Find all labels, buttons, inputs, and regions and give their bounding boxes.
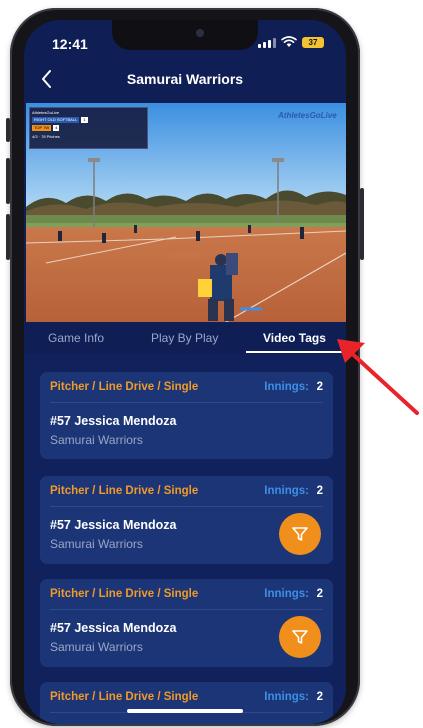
team-name: Samurai Warriors [50,433,143,447]
tag-title: Pitcher / Line Drive / Single [50,381,199,393]
innings-label: Innings: [264,691,309,703]
status-time: 12:41 [52,36,88,52]
battery-icon: 37 [302,36,324,48]
tag-title: Pitcher / Line Drive / Single [50,588,199,600]
innings-value: 2 [316,485,323,497]
video-tag-card[interactable]: Pitcher / Line Drive / Single Innings: 2… [40,372,333,459]
video-tag-card[interactable]: Pitcher / Line Drive / Single Innings: 2 [40,682,333,724]
innings-label: Innings: [264,381,309,393]
innings-value: 2 [316,691,323,703]
overlay-team2: TOP 7W [32,125,52,131]
card-divider [50,402,323,403]
video-tag-card[interactable]: Pitcher / Line Drive / Single Innings: 2… [40,476,333,564]
athletesgolive-logo: AthletesGoLive [278,111,337,120]
annotation-arrow [337,339,419,415]
card-divider [50,506,323,507]
innings-label: Innings: [264,588,309,600]
filter-button[interactable] [279,513,321,555]
volume-down-button [6,214,10,260]
card-divider [50,609,323,610]
tab-play-by-play[interactable]: Play By Play [151,331,218,345]
phone-screen: 12:41 37 Samurai Warriors AthletesGoLive… [24,20,346,724]
overlay-team1: RIGHT OLD SOFTBALL [32,117,80,123]
overlay-brand: AthletesGoLive [32,109,60,115]
notch [112,20,258,50]
tag-title: Pitcher / Line Drive / Single [50,485,199,497]
player-name: #57 Jessica Mendoza [50,518,177,532]
tab-game-info[interactable]: Game Info [48,331,104,345]
status-icons: 37 [258,36,324,48]
nav-bar: Samurai Warriors [24,62,346,96]
power-button [360,188,364,260]
filter-funnel-icon [292,630,308,644]
active-tab-indicator [246,351,342,353]
video-player[interactable]: AthletesGoLive RIGHT OLD SOFTBALL 1 TOP … [26,103,346,322]
camera-dot [196,29,204,37]
home-indicator[interactable] [127,709,243,713]
tab-bar: Game Info Play By Play Video Tags [24,323,346,353]
team-name: Samurai Warriors [50,640,143,654]
wifi-icon [281,36,297,47]
video-tag-card[interactable]: Pitcher / Line Drive / Single Innings: 2… [40,579,333,667]
filter-funnel-icon [292,527,308,541]
page-title: Samurai Warriors [126,71,244,87]
volume-up-button [6,158,10,204]
player-name: #57 Jessica Mendoza [50,621,177,635]
signal-bars-icon [258,37,276,48]
innings-value: 2 [316,381,323,393]
video-tags-list[interactable]: Pitcher / Line Drive / Single Innings: 2… [24,354,346,724]
filter-button[interactable] [279,616,321,658]
tab-video-tags[interactable]: Video Tags [263,331,326,345]
overlay-score1: 1 [81,117,88,123]
tag-title: Pitcher / Line Drive / Single [50,691,199,703]
overlay-meta: 4/3 · 78 Pitches [32,133,60,139]
team-name: Samurai Warriors [50,537,143,551]
overlay-score2: 4 [53,125,60,131]
innings-value: 2 [316,588,323,600]
player-name: #57 Jessica Mendoza [50,414,177,428]
silent-switch [6,118,10,142]
innings-label: Innings: [264,485,309,497]
scoreboard-overlay: AthletesGoLive RIGHT OLD SOFTBALL 1 TOP … [29,107,148,149]
